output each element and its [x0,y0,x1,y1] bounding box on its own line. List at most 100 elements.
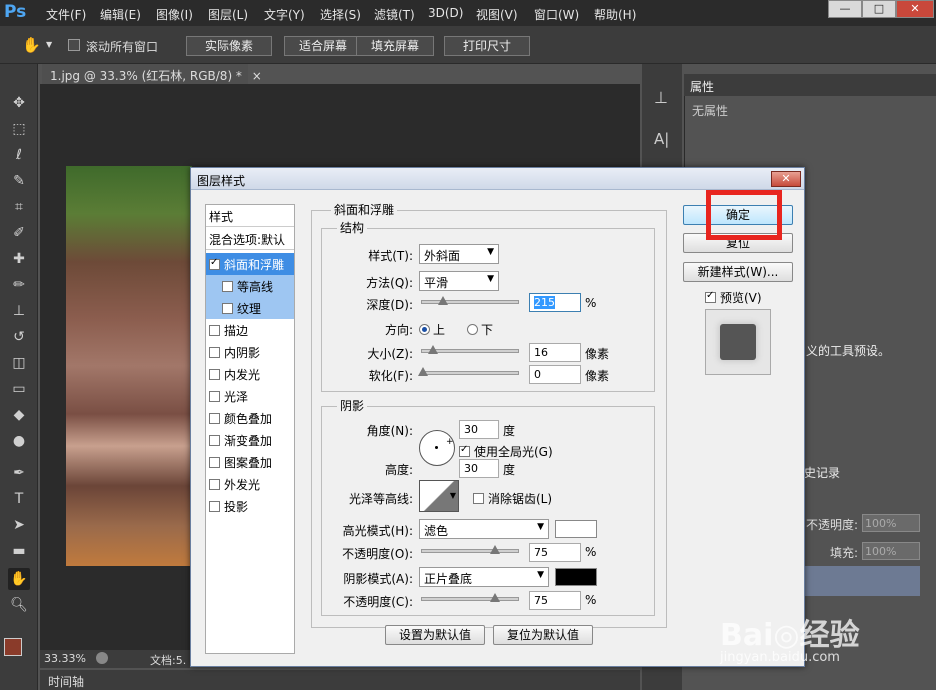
menu-view[interactable]: 视图(V) [476,6,518,23]
style-item-texture[interactable]: 纹理 [206,297,294,319]
checkbox-icon[interactable] [209,391,220,402]
close-window-button[interactable]: ✕ [896,0,934,18]
altitude-input[interactable]: 30 [459,459,499,478]
blending-options-item[interactable]: 混合选项:默认 [206,228,294,250]
menu-edit[interactable]: 编辑(E) [100,6,141,23]
shadow-opacity-input[interactable]: 75 [529,591,581,610]
styles-header[interactable]: 样式 [206,205,294,227]
menu-select[interactable]: 选择(S) [320,6,361,23]
style-item-bevel-emboss[interactable]: 斜面和浮雕 [206,253,294,275]
opacity-field[interactable]: 100% [862,514,920,532]
checkbox-icon[interactable] [209,369,220,380]
hand-tool-icon[interactable]: ✋ [22,36,41,54]
pen-tool-icon[interactable]: ✒ [8,462,30,484]
minimize-button[interactable]: — [828,0,862,18]
direction-up-radio[interactable]: 上 [419,321,445,338]
angle-input[interactable]: 30 [459,420,499,439]
checkbox-icon[interactable] [209,479,220,490]
style-item-stroke[interactable]: 描边 [206,319,294,341]
soften-input[interactable]: 0 [529,365,581,384]
slider-knob[interactable] [418,367,428,376]
move-tool-icon[interactable]: ✥ [8,92,30,114]
checkbox-icon[interactable] [209,457,220,468]
shadow-color-swatch[interactable] [555,568,597,586]
shadow-mode-select[interactable]: 正片叠底 ▼ [419,567,549,587]
technique-select[interactable]: 平滑 ▼ [419,271,499,291]
healing-brush-icon[interactable]: ✚ [8,248,30,270]
fill-screen-button[interactable]: 填充屏幕 [356,36,434,56]
checkbox-icon[interactable] [222,281,233,292]
highlight-opacity-input[interactable]: 75 [529,543,581,562]
radio-icon[interactable] [419,324,430,335]
checkbox-icon[interactable] [705,290,716,303]
print-size-button[interactable]: 打印尺寸 [444,36,530,56]
shadow-opacity-slider[interactable] [421,593,519,602]
stamp-icon[interactable]: ⊥ [654,88,668,107]
checkbox-icon[interactable] [209,413,220,424]
highlight-color-swatch[interactable] [555,520,597,538]
style-item-color-overlay[interactable]: 颜色叠加 [206,407,294,429]
style-item-pattern-overlay[interactable]: 图案叠加 [206,451,294,473]
checkbox-icon[interactable] [222,303,233,314]
global-light-checkbox[interactable]: 使用全局光(G) [459,443,553,460]
preview-checkbox[interactable]: 预览(V) [705,289,762,306]
actual-pixels-button[interactable]: 实际像素 [186,36,272,56]
status-info-icon[interactable] [96,652,108,664]
scroll-all-checkbox[interactable] [68,39,80,51]
type-tool-icon[interactable]: T [8,488,30,510]
zoom-tool-icon[interactable]: 🔍︎ [8,594,30,616]
depth-input[interactable]: 215 [529,293,581,312]
radio-icon[interactable] [467,324,478,335]
gradient-tool-icon[interactable]: ▭ [8,378,30,400]
menu-help[interactable]: 帮助(H) [594,6,636,23]
slider-knob[interactable] [438,296,448,305]
style-item-outer-glow[interactable]: 外发光 [206,473,294,495]
quick-select-icon[interactable]: ✎ [8,170,30,192]
menu-layer[interactable]: 图层(L) [208,6,248,23]
highlight-mode-select[interactable]: 滤色 ▼ [419,519,549,539]
depth-slider[interactable] [421,296,519,305]
checkbox-icon[interactable] [209,435,220,446]
slider-knob[interactable] [490,545,500,554]
style-item-inner-shadow[interactable]: 内阴影 [206,341,294,363]
gloss-contour-picker[interactable]: ▼ [419,480,459,512]
clone-stamp-icon[interactable]: ⊥ [8,300,30,322]
menu-image[interactable]: 图像(I) [156,6,193,23]
history-brush-icon[interactable]: ↺ [8,326,30,348]
history-tab[interactable]: 史记录 [804,464,840,481]
marquee-tool-icon[interactable]: ⬚ [8,118,30,140]
path-select-icon[interactable]: ➤ [8,514,30,536]
brush-tool-icon[interactable]: ✏ [8,274,30,296]
slider-knob[interactable] [428,345,438,354]
make-default-button[interactable]: 设置为默认值 [385,625,485,645]
hand-tool-icon[interactable]: ✋ [8,568,30,590]
menu-3d[interactable]: 3D(D) [428,6,463,20]
shape-tool-icon[interactable]: ▬ [8,540,30,562]
dialog-titlebar[interactable]: 图层样式 ✕ [191,168,804,190]
direction-down-radio[interactable]: 下 [467,321,493,338]
menu-filter[interactable]: 滤镜(T) [374,6,415,23]
dodge-tool-icon[interactable]: ● [8,430,30,452]
checkbox-icon[interactable] [473,493,484,504]
checkbox-icon[interactable] [209,501,220,512]
anti-aliased-checkbox[interactable]: 消除锯齿(L) [473,490,552,507]
menu-window[interactable]: 窗口(W) [534,6,579,23]
style-item-gradient-overlay[interactable]: 渐变叠加 [206,429,294,451]
style-item-drop-shadow[interactable]: 投影 [206,495,294,517]
eyedropper-icon[interactable]: ✐ [8,222,30,244]
checkbox-icon[interactable] [209,325,220,336]
size-slider[interactable] [421,345,519,354]
crop-tool-icon[interactable]: ⌗ [8,196,30,218]
foreground-color-swatch[interactable] [4,638,22,656]
bevel-style-select[interactable]: 外斜面 ▼ [419,244,499,264]
highlight-opacity-slider[interactable] [421,545,519,554]
restore-button[interactable]: □ [862,0,896,18]
lasso-tool-icon[interactable]: ℓ [8,144,30,166]
character-icon[interactable]: A| [654,130,669,148]
checkbox-icon[interactable] [459,444,470,457]
chevron-down-icon[interactable]: ▼ [46,40,52,49]
style-item-contour[interactable]: 等高线 [206,275,294,297]
style-item-satin[interactable]: 光泽 [206,385,294,407]
fill-field[interactable]: 100% [862,542,920,560]
style-item-inner-glow[interactable]: 内发光 [206,363,294,385]
